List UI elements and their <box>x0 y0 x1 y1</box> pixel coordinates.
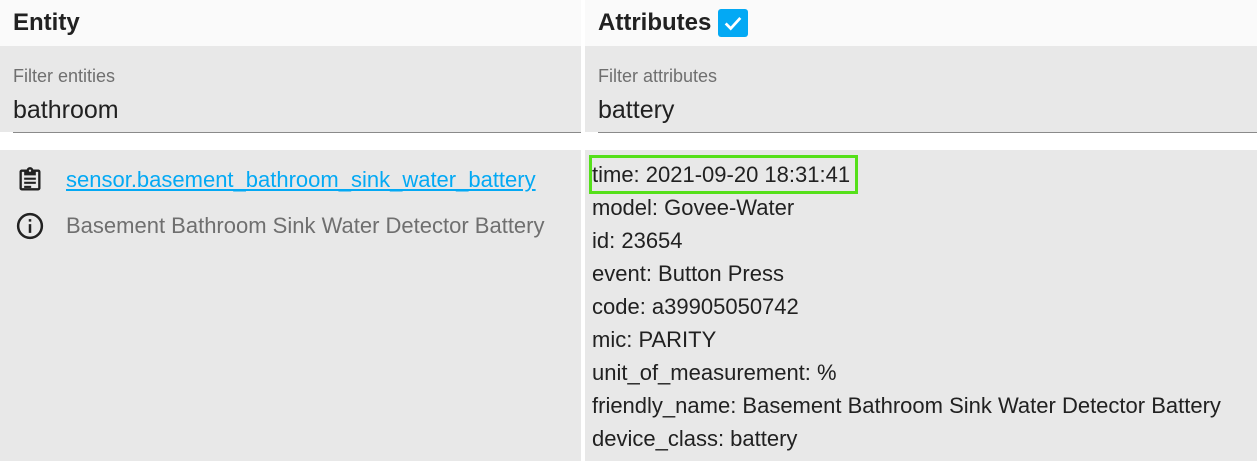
entity-filter-input[interactable] <box>13 94 581 126</box>
developer-tools-states-table: Entity Filter entities sensor.basement_b… <box>0 0 1257 461</box>
entity-friendly-name: Basement Bathroom Sink Water Detector Ba… <box>66 213 545 238</box>
attributes-cell: time: 2021-09-20 18:31:41 model: Govee-W… <box>585 150 1257 461</box>
attribute-mic: mic: PARITY <box>592 327 717 352</box>
attributes-list: time: 2021-09-20 18:31:41 model: Govee-W… <box>588 155 1221 455</box>
attributes-header: Attributes <box>585 0 1257 46</box>
entity-filter-field[interactable]: Filter entities <box>0 46 581 133</box>
entity-name-row: Basement Bathroom Sink Water Detector Ba… <box>14 210 545 242</box>
attributes-filter-input[interactable] <box>598 94 1257 126</box>
entity-header: Entity <box>0 0 581 46</box>
attribute-unit-of-measurement: unit_of_measurement: % <box>592 360 837 385</box>
entity-filter-label: Filter entities <box>13 66 116 86</box>
info-icon[interactable] <box>14 210 46 242</box>
entity-id-row: sensor.basement_bathroom_sink_water_batt… <box>14 164 536 196</box>
checkmark-icon <box>725 17 742 31</box>
attribute-friendly-name: friendly_name: Basement Bathroom Sink Wa… <box>592 393 1221 418</box>
attributes-header-title: Attributes <box>598 9 712 36</box>
attribute-code: code: a39905050742 <box>592 294 799 319</box>
attribute-model: model: Govee-Water <box>592 195 795 220</box>
attributes-filter-label: Filter attributes <box>598 66 718 86</box>
entity-filter-underline <box>13 132 581 133</box>
attributes-filter-field[interactable]: Filter attributes <box>585 46 1257 133</box>
attributes-filter-underline <box>598 132 1257 133</box>
attribute-time: time: 2021-09-20 18:31:41 <box>588 155 1221 194</box>
entity-id-link[interactable]: sensor.basement_bathroom_sink_water_batt… <box>66 167 536 193</box>
attribute-event: event: Button Press <box>592 261 784 286</box>
entity-column: Entity Filter entities sensor.basement_b… <box>0 0 581 461</box>
show-attributes-checkbox[interactable] <box>718 9 749 37</box>
attributes-column: Attributes Filter attributes time: 2021-… <box>585 0 1257 461</box>
clipboard-copy-icon[interactable] <box>14 164 46 196</box>
entity-header-title: Entity <box>13 9 80 36</box>
attribute-id: id: 23654 <box>592 228 683 253</box>
attribute-device-class: device_class: battery <box>592 426 798 451</box>
attribute-time-highlight: time: 2021-09-20 18:31:41 <box>588 155 859 194</box>
entity-cell: sensor.basement_bathroom_sink_water_batt… <box>0 150 581 461</box>
